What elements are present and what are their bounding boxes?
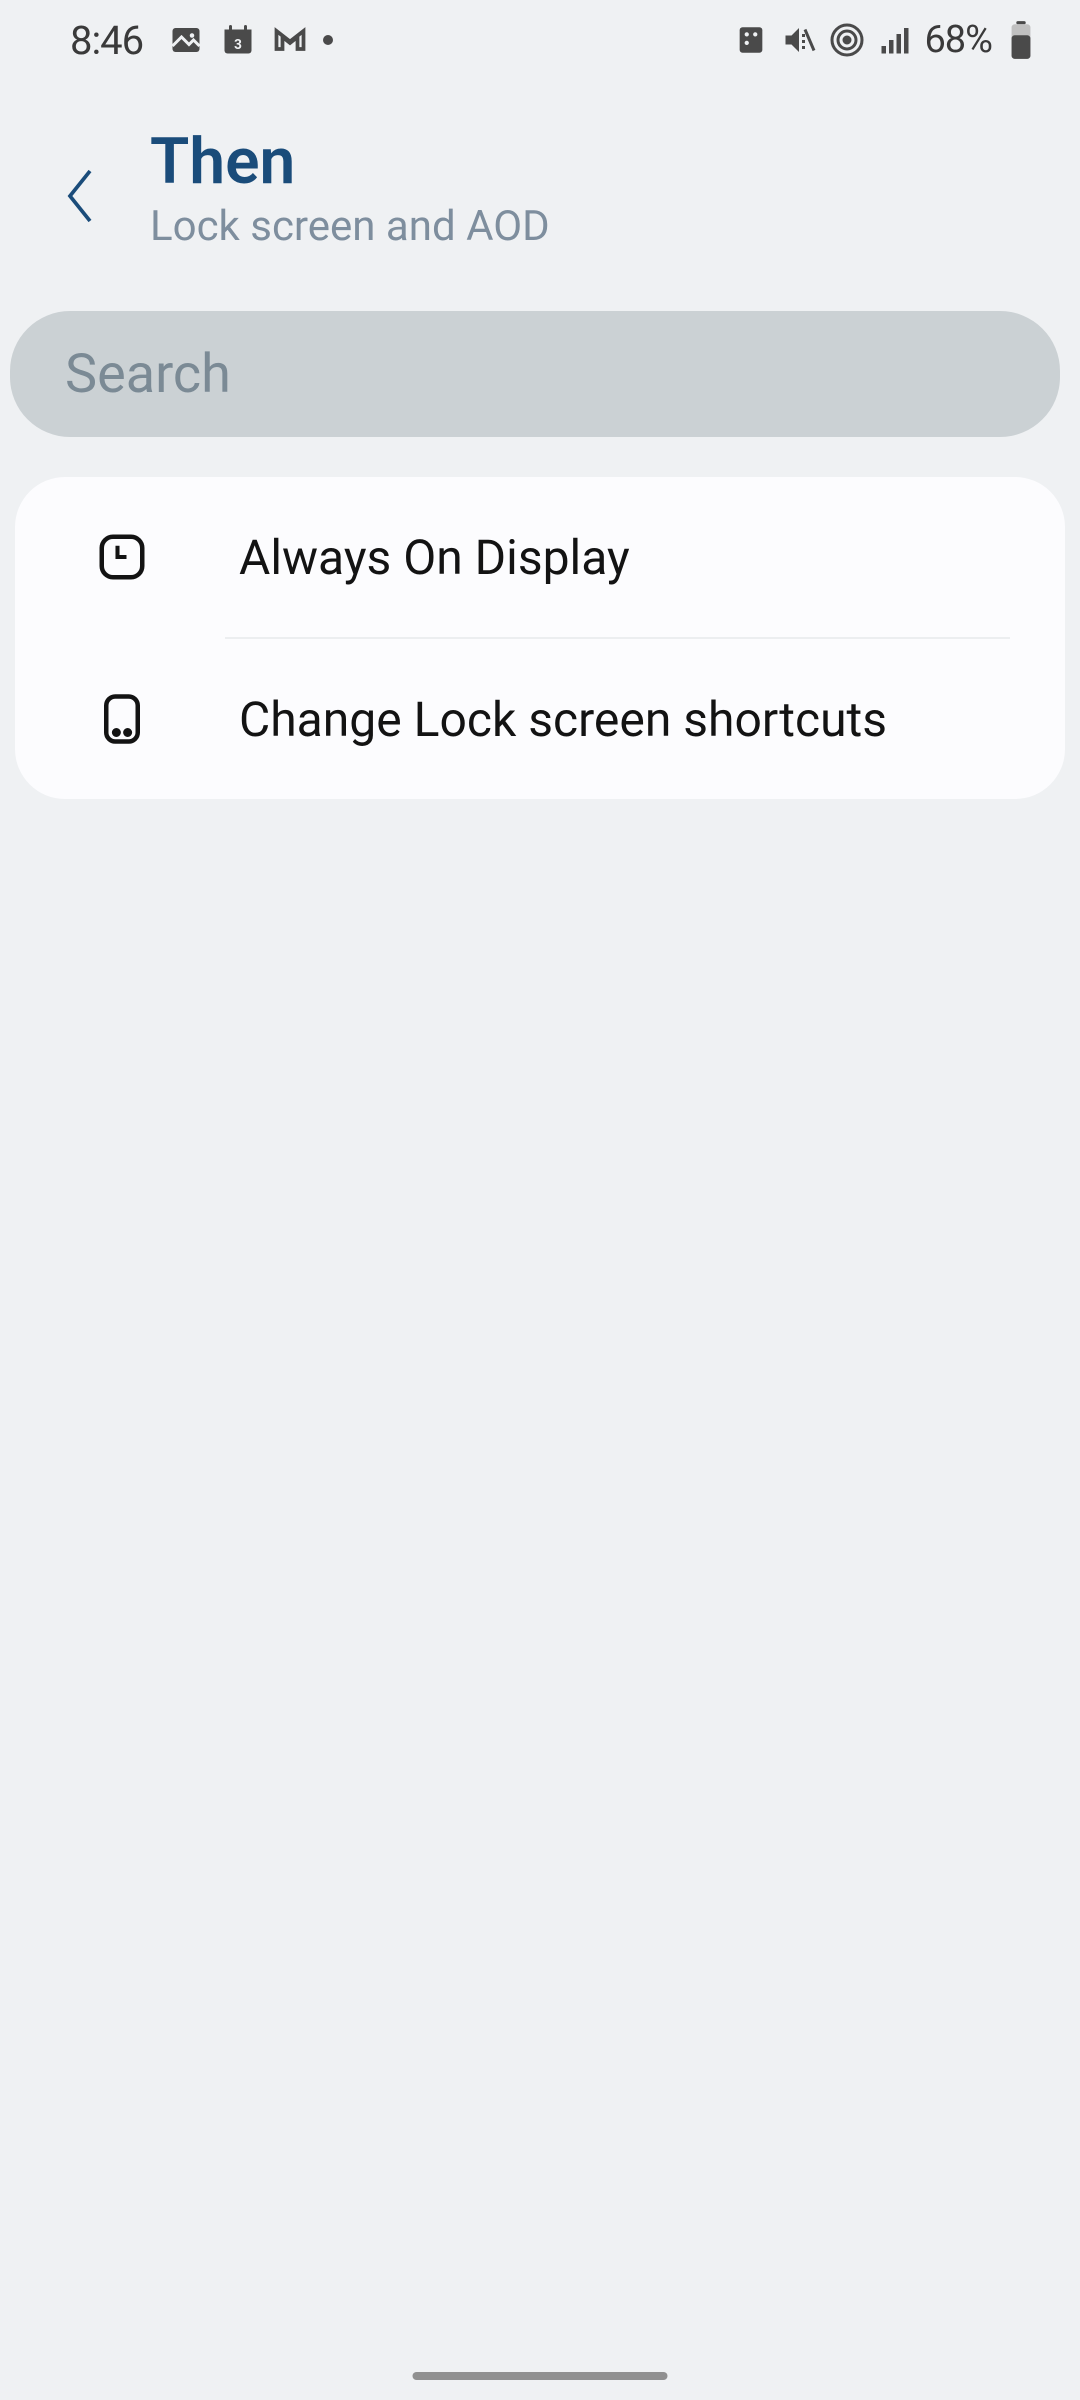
search-input[interactable]: Search: [10, 311, 1060, 437]
svg-text:3: 3: [234, 37, 242, 53]
battery-percentage: 68%: [924, 18, 992, 62]
dot-icon: [323, 35, 333, 45]
page-subtitle: Lock screen and AOD: [150, 202, 550, 251]
list-item-label: Always On Display: [239, 529, 630, 586]
list-item-change-lock-screen-shortcuts[interactable]: Change Lock screen shortcuts: [15, 639, 1065, 799]
chevron-left-icon: [65, 164, 95, 228]
gallery-icon: [167, 21, 205, 59]
status-time: 8:46: [70, 17, 143, 64]
calendar-icon: 3: [219, 21, 257, 59]
nav-indicator[interactable]: [413, 2372, 668, 2380]
battery-icon: [1002, 21, 1040, 59]
aod-icon: [95, 530, 149, 584]
list-item-always-on-display[interactable]: Always On Display: [15, 477, 1065, 637]
page-title: Then: [150, 130, 550, 194]
page-header: Then Lock screen and AOD: [0, 80, 1080, 301]
gmail-icon: [271, 21, 309, 59]
status-right: 68%: [732, 18, 1040, 62]
header-text: Then Lock screen and AOD: [150, 130, 550, 251]
signal-icon: [876, 21, 914, 59]
status-bar: 8:46 3 68%: [0, 0, 1080, 80]
smartthings-icon: [732, 21, 770, 59]
mute-icon: [780, 21, 818, 59]
back-button[interactable]: [60, 156, 100, 236]
options-list: Always On Display Change Lock screen sho…: [15, 477, 1065, 799]
hotspot-icon: [828, 21, 866, 59]
phone-shortcut-icon: [95, 692, 149, 746]
list-item-label: Change Lock screen shortcuts: [239, 691, 887, 748]
status-left: 8:46 3: [70, 17, 333, 64]
search-placeholder: Search: [65, 343, 231, 406]
